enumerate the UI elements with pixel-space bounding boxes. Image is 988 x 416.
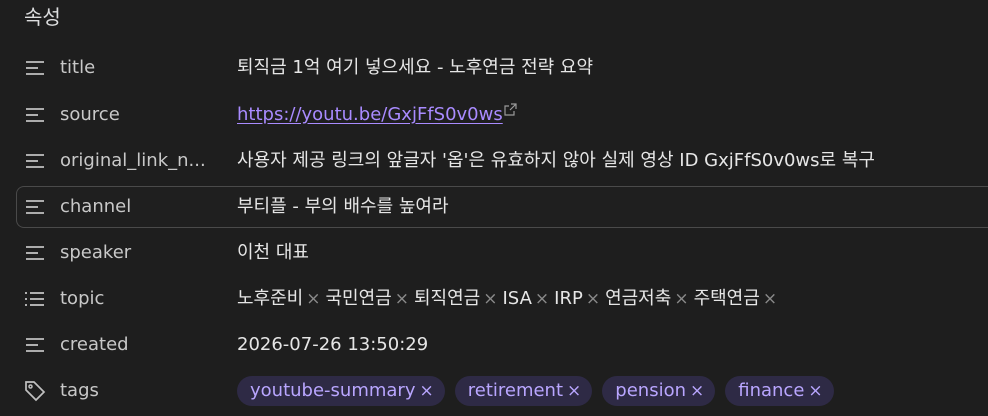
property-key: channel [60, 196, 132, 217]
list-icon [25, 292, 44, 306]
remove-icon[interactable]: × [763, 278, 777, 320]
remove-icon[interactable]: × [483, 278, 497, 320]
property-key: source [60, 104, 120, 125]
tag-pill[interactable]: youtube-summary × [237, 376, 445, 406]
text-lines-icon [26, 154, 44, 168]
property-value[interactable]: https://youtu.be/GxjFfS0v0ws [237, 94, 988, 136]
topic-item[interactable]: 퇴직연금 × [414, 278, 498, 320]
tag-pill[interactable]: finance × [725, 376, 834, 406]
remove-icon[interactable]: × [535, 278, 549, 320]
property-row-original-link[interactable]: original_link_n... 사용자 제공 링크의 앞글자 '옵'은 유… [16, 140, 988, 182]
remove-icon[interactable]: × [808, 370, 822, 412]
tag-icon [25, 381, 46, 402]
tag-list[interactable]: youtube-summary × retirement × pension × fi… [237, 370, 988, 412]
topic-item[interactable]: 연금저축 × [605, 278, 689, 320]
text-lines-icon [26, 61, 44, 75]
tag-pill[interactable]: pension × [602, 376, 716, 406]
remove-icon[interactable]: × [567, 370, 581, 412]
properties-title: 속성 [24, 5, 61, 29]
property-key: title [60, 57, 96, 78]
text-lines-icon [26, 338, 44, 352]
text-lines-icon [26, 246, 44, 260]
tag-pill[interactable]: retirement × [454, 376, 593, 406]
property-row-created[interactable]: created 2026-07-26 13:50:29 [16, 324, 988, 366]
property-value[interactable]: 사용자 제공 링크의 앞글자 '옵'은 유효하지 않아 실제 영상 ID Gxj… [237, 140, 988, 182]
property-value[interactable]: 부티플 - 부의 배수를 높여라 [237, 187, 988, 227]
source-link[interactable]: https://youtu.be/GxjFfS0v0ws [237, 104, 503, 125]
property-value[interactable]: 이천 대표 [237, 232, 988, 274]
remove-icon[interactable]: × [586, 278, 600, 320]
property-row-title[interactable]: title 퇴직금 1억 여기 넣으세요 - 노후연금 전략 요약 [16, 47, 988, 89]
property-row-tags[interactable]: tags youtube-summary × retirement × pensio… [16, 370, 988, 412]
topic-item[interactable]: 노후준비 × [237, 278, 321, 320]
remove-icon[interactable]: × [690, 370, 704, 412]
property-row-source[interactable]: source https://youtu.be/GxjFfS0v0ws [16, 94, 988, 136]
remove-icon[interactable]: × [419, 370, 433, 412]
topic-item[interactable]: ISA × [503, 278, 550, 320]
property-key: created [60, 334, 129, 355]
property-value[interactable]: 2026-07-26 13:50:29 [237, 324, 988, 366]
text-lines-icon [26, 108, 44, 122]
external-link-icon[interactable] [504, 103, 517, 116]
topic-item[interactable]: IRP × [554, 278, 600, 320]
topic-item[interactable]: 국민연금 × [326, 278, 410, 320]
property-row-speaker[interactable]: speaker 이천 대표 [16, 232, 988, 274]
property-key: topic [60, 288, 105, 309]
remove-icon[interactable]: × [395, 278, 409, 320]
topic-item[interactable]: 주택연금 × [694, 278, 778, 320]
property-key: tags [60, 380, 99, 401]
property-value[interactable]: 퇴직금 1억 여기 넣으세요 - 노후연금 전략 요약 [237, 47, 988, 89]
text-lines-icon [26, 200, 44, 214]
property-key: speaker [60, 242, 132, 263]
property-key: original_link_n... [60, 150, 206, 171]
property-row-topic[interactable]: topic 노후준비 × 국민연금 × 퇴직연금 × ISA × IRP × 연금저축 × … [16, 278, 988, 320]
remove-icon[interactable]: × [674, 278, 688, 320]
topic-list[interactable]: 노후준비 × 국민연금 × 퇴직연금 × ISA × IRP × 연금저축 × 주택연금 × [237, 278, 988, 320]
property-row-channel[interactable]: channel 부티플 - 부의 배수를 높여라 [16, 186, 988, 228]
remove-icon[interactable]: × [306, 278, 320, 320]
